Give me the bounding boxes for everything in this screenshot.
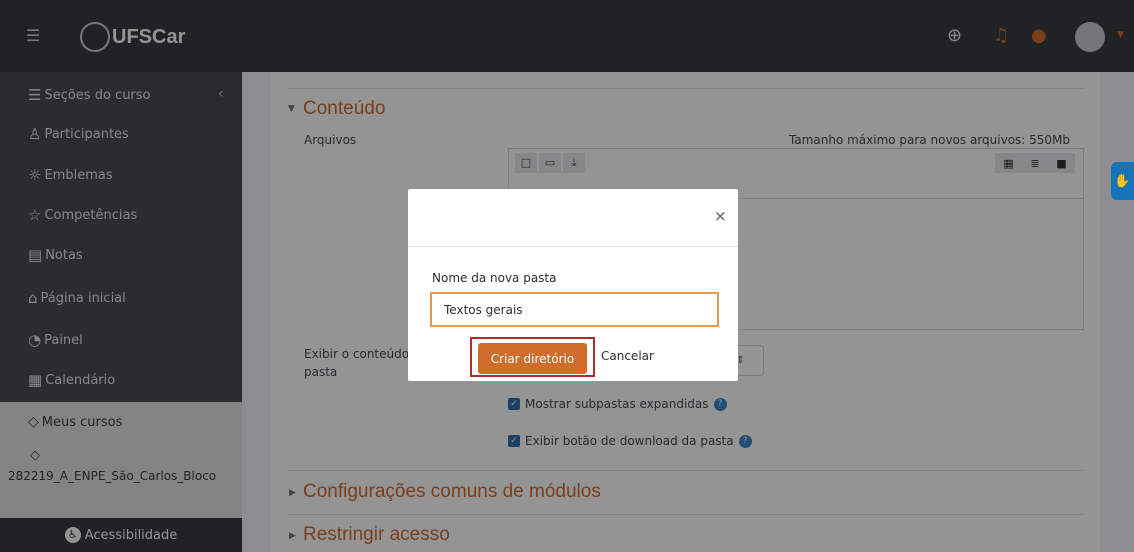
modal-divider	[408, 246, 738, 247]
cancel-button[interactable]: Cancelar	[601, 349, 654, 363]
create-folder-button[interactable]: Criar diretório	[478, 343, 587, 374]
folder-name-input[interactable]	[430, 292, 719, 327]
folder-name-label: Nome da nova pasta	[432, 271, 557, 285]
new-folder-dialog: × Nome da nova pasta Criar diretório Can…	[408, 189, 738, 381]
close-icon[interactable]: ×	[714, 207, 727, 225]
accessibility-widget-icon[interactable]: ✋	[1111, 162, 1134, 200]
